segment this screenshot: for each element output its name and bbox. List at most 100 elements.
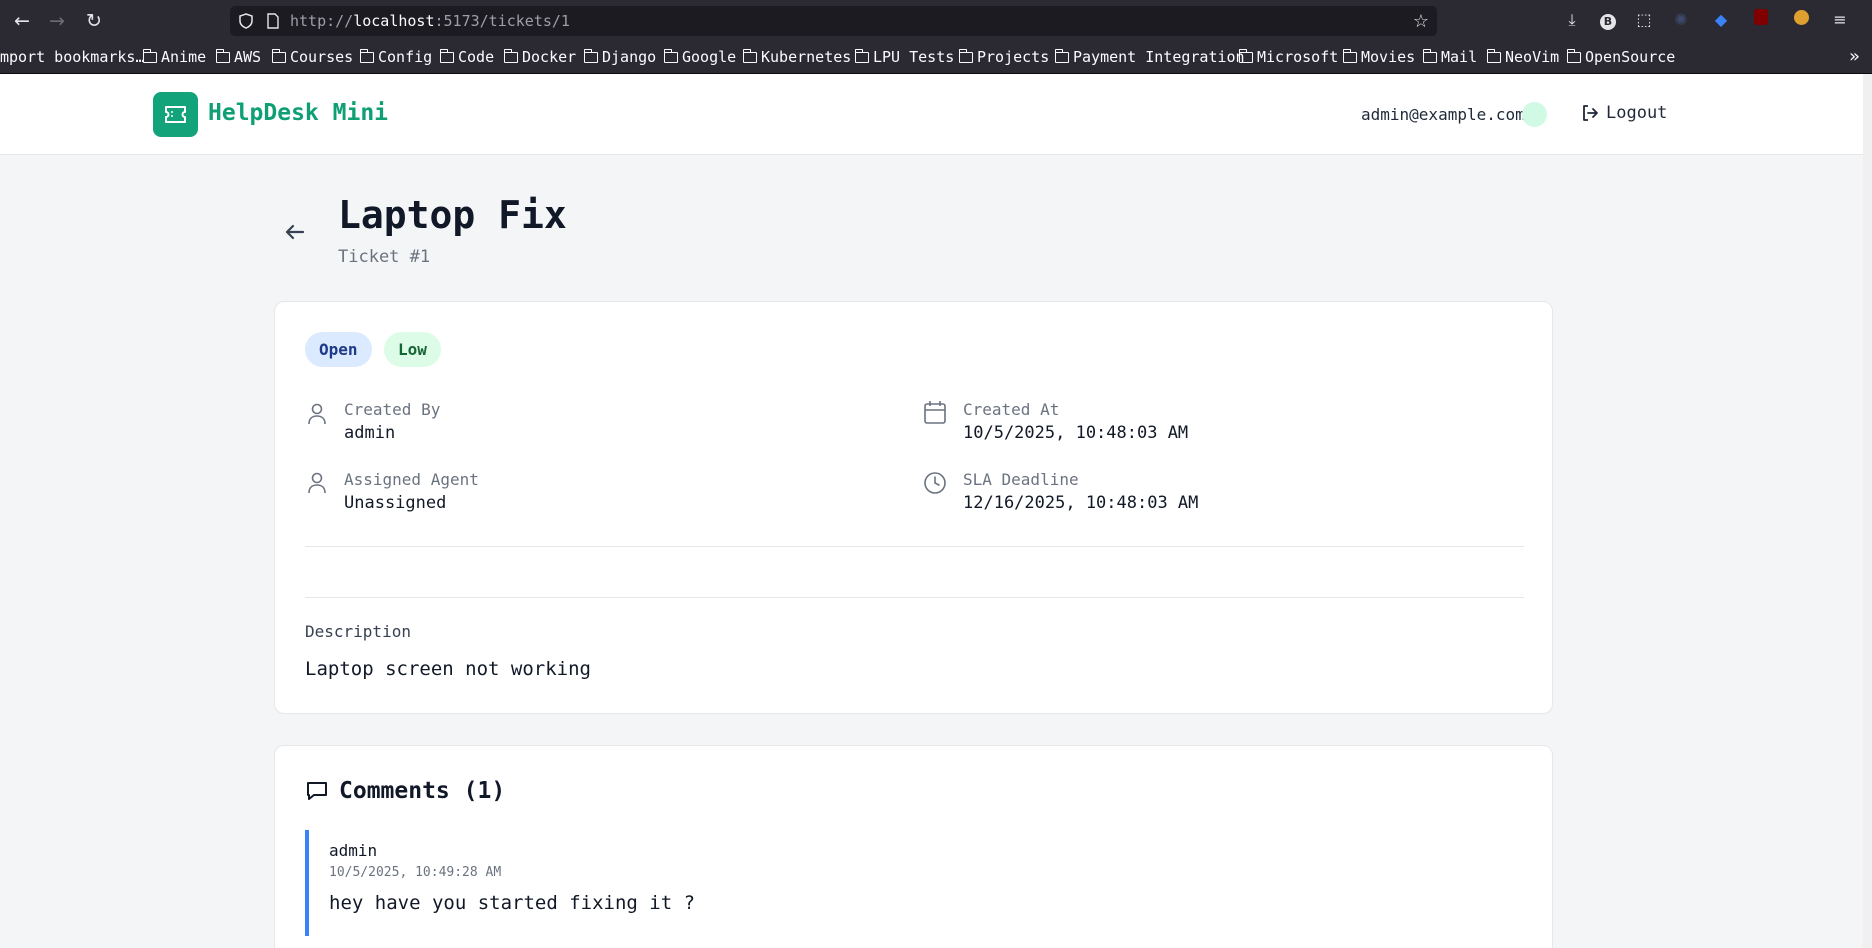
bookmark-google[interactable]: Google: [663, 48, 737, 66]
extension-b-icon[interactable]: B: [1597, 9, 1619, 31]
bookmark-kubernetes[interactable]: Kubernetes: [742, 48, 852, 66]
bookmark-label: mport bookmarks…: [0, 48, 145, 66]
app-header: HelpDesk Mini admin@example.com Logout: [0, 74, 1863, 155]
sla-deadline-label: SLA Deadline: [963, 470, 1079, 489]
folder-icon: [1054, 48, 1069, 63]
brand-name[interactable]: HelpDesk Mini: [208, 100, 388, 126]
folder-icon: [271, 48, 286, 63]
logout-label: Logout: [1606, 103, 1668, 123]
extension-gem-icon[interactable]: ◆: [1710, 9, 1732, 31]
extensions-icon[interactable]: ⬚: [1633, 9, 1655, 31]
folder-icon: [742, 48, 757, 63]
url-host: localhost: [353, 12, 435, 30]
bookmark-payment-integration[interactable]: Payment Integration: [1054, 48, 1245, 66]
bookmark-courses[interactable]: Courses: [271, 48, 354, 66]
comment-item: admin 10/5/2025, 10:49:28 AM hey have yo…: [305, 830, 1524, 936]
bookmark-label: Anime: [161, 48, 207, 66]
browser-toolbar: ← → ↻ http://localhost:5173/tickets/1 ☆ …: [0, 0, 1872, 42]
comments-card: Comments (1) admin 10/5/2025, 10:49:28 A…: [274, 745, 1553, 948]
bookmark-lpu-tests[interactable]: LPU Tests: [854, 48, 955, 66]
bookmark-label: OpenSource: [1585, 48, 1676, 66]
forward-icon[interactable]: →: [45, 9, 69, 33]
bookmark-opensource[interactable]: OpenSource: [1566, 48, 1676, 66]
description-label: Description: [305, 622, 411, 641]
bookmark-projects[interactable]: Projects: [958, 48, 1050, 66]
bookmark-microsoft[interactable]: Microsoft: [1238, 48, 1339, 66]
bookmark-label: Courses: [290, 48, 354, 66]
agent-icon: [308, 472, 326, 494]
scrollbar[interactable]: [1863, 74, 1872, 948]
status-badge: Open: [305, 332, 372, 367]
ticket-details-card: Open Low Created By admin Created At 10/…: [274, 301, 1553, 714]
clock-icon: [924, 472, 946, 494]
logout-button[interactable]: Logout: [1580, 103, 1667, 123]
page-icon[interactable]: [266, 13, 280, 29]
bookmark-label: LPU Tests: [873, 48, 955, 66]
bookmark-label: Kubernetes: [761, 48, 852, 66]
folder-icon: [1422, 48, 1437, 63]
bookmark-aws[interactable]: AWS: [215, 48, 262, 66]
extension-gear-icon[interactable]: ✺: [1670, 9, 1692, 31]
address-bar[interactable]: http://localhost:5173/tickets/1 ☆: [230, 6, 1437, 36]
bookmark-label: Payment Integration: [1073, 48, 1245, 66]
folder-icon: [958, 48, 973, 63]
bookmark-docker[interactable]: Docker: [503, 48, 576, 66]
url-path: :5173/tickets/1: [434, 12, 570, 30]
ublock-icon[interactable]: [1750, 9, 1772, 31]
bookmark-config[interactable]: Config: [359, 48, 433, 66]
bookmark-label: AWS: [234, 48, 262, 66]
logout-icon: [1583, 105, 1598, 121]
sla-deadline-value: 12/16/2025, 10:48:03 AM: [963, 493, 1199, 513]
bookmark-anime[interactable]: Anime: [142, 48, 207, 66]
url-text[interactable]: http://localhost:5173/tickets/1: [290, 12, 570, 30]
bookmark-label: Config: [378, 48, 433, 66]
extension-cookie-icon[interactable]: [1790, 9, 1812, 31]
bookmarks-overflow-icon[interactable]: »: [1849, 46, 1860, 67]
folder-icon: [1566, 48, 1581, 63]
bookmark-movies[interactable]: Movies: [1342, 48, 1415, 66]
divider: [305, 597, 1524, 598]
folder-icon: [1486, 48, 1501, 63]
created-by-value: admin: [344, 423, 396, 443]
bookmark-label: Microsoft: [1257, 48, 1339, 66]
folder-icon: [142, 48, 157, 63]
folder-icon: [663, 48, 678, 63]
bookmark-label: Mail: [1441, 48, 1478, 66]
folder-icon: [583, 48, 598, 63]
assigned-agent-value: Unassigned: [344, 493, 447, 513]
bookmark-star-icon[interactable]: ☆: [1413, 11, 1429, 32]
folder-icon: [503, 48, 518, 63]
avatar[interactable]: [1522, 102, 1547, 127]
folder-icon: [359, 48, 374, 63]
bookmark-mail[interactable]: Mail: [1422, 48, 1478, 66]
bookmark-django[interactable]: Django: [583, 48, 657, 66]
comment-icon: [307, 782, 327, 800]
download-icon[interactable]: ⤓: [1561, 9, 1583, 31]
user-email: admin@example.com: [1361, 105, 1525, 124]
ticket-icon: [165, 106, 186, 123]
bookmark-code[interactable]: Code: [439, 48, 494, 66]
folder-icon: [1238, 48, 1253, 63]
bookmark-label: Google: [682, 48, 737, 66]
reload-icon[interactable]: ↻: [82, 9, 106, 33]
bookmark-import[interactable]: mport bookmarks…: [0, 48, 145, 66]
created-at-label: Created At: [963, 400, 1060, 419]
back-icon[interactable]: ←: [10, 9, 34, 33]
folder-icon: [854, 48, 869, 63]
bookmark-label: Projects: [977, 48, 1050, 66]
bookmark-neovim[interactable]: NeoVim: [1486, 48, 1559, 66]
comment-author: admin: [329, 841, 378, 860]
ticket-number: Ticket #1: [338, 247, 431, 267]
priority-badge: Low: [384, 332, 441, 367]
back-arrow-icon[interactable]: [282, 219, 308, 245]
menu-icon[interactable]: ≡: [1829, 9, 1851, 31]
assigned-agent-label: Assigned Agent: [344, 470, 479, 489]
shield-icon[interactable]: [238, 13, 254, 29]
bookmark-label: Django: [602, 48, 657, 66]
user-icon: [308, 403, 326, 425]
logo[interactable]: [153, 92, 198, 137]
comment-timestamp: 10/5/2025, 10:49:28 AM: [329, 865, 502, 880]
calendar-icon: [924, 401, 946, 424]
created-at-value: 10/5/2025, 10:48:03 AM: [963, 423, 1189, 443]
folder-icon: [439, 48, 454, 63]
